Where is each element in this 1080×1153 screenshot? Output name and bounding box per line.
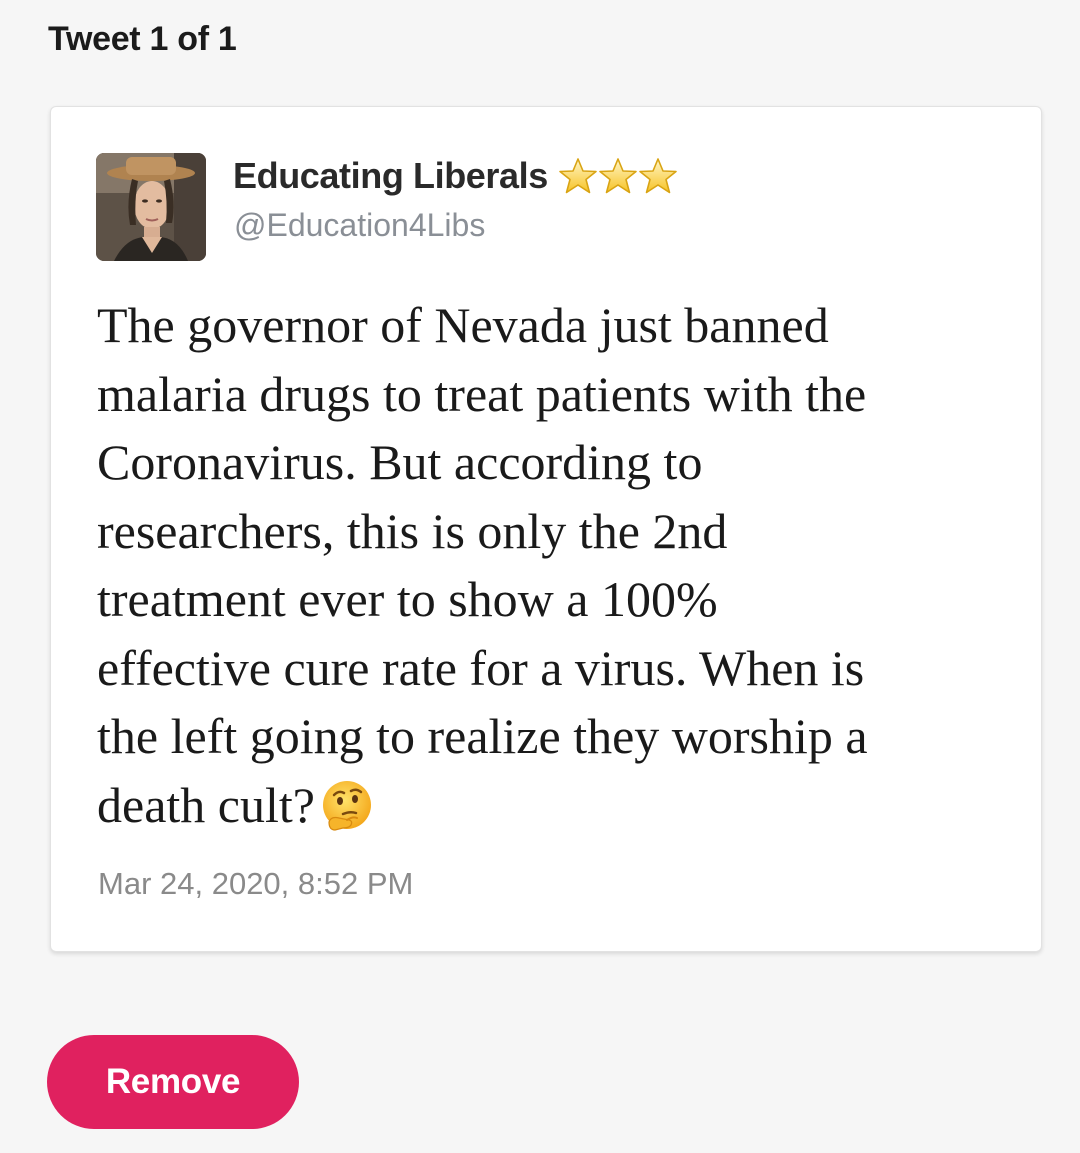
author-handle[interactable]: @Education4Libs xyxy=(234,207,485,244)
tweet-timestamp[interactable]: Mar 24, 2020, 8:52 PM xyxy=(98,866,413,902)
thinking-face-icon xyxy=(319,778,375,834)
author-name-row: Educating Liberals xyxy=(233,155,678,197)
star-icon xyxy=(598,156,638,196)
tweet-card: Educating Liberals @Education4Libs The g… xyxy=(50,106,1042,952)
tweet-text-block: The governor of Nevada just banned malar… xyxy=(97,291,1002,839)
profile-photo xyxy=(96,153,206,261)
remove-button[interactable]: Remove xyxy=(47,1035,299,1129)
star-icon xyxy=(558,156,598,196)
author-name[interactable]: Educating Liberals xyxy=(233,155,548,197)
tweet-text: The governor of Nevada just banned malar… xyxy=(97,297,868,833)
page-title: Tweet 1 of 1 xyxy=(48,20,237,58)
avatar[interactable] xyxy=(96,153,206,261)
badge-stars xyxy=(558,156,678,196)
star-icon xyxy=(638,156,678,196)
